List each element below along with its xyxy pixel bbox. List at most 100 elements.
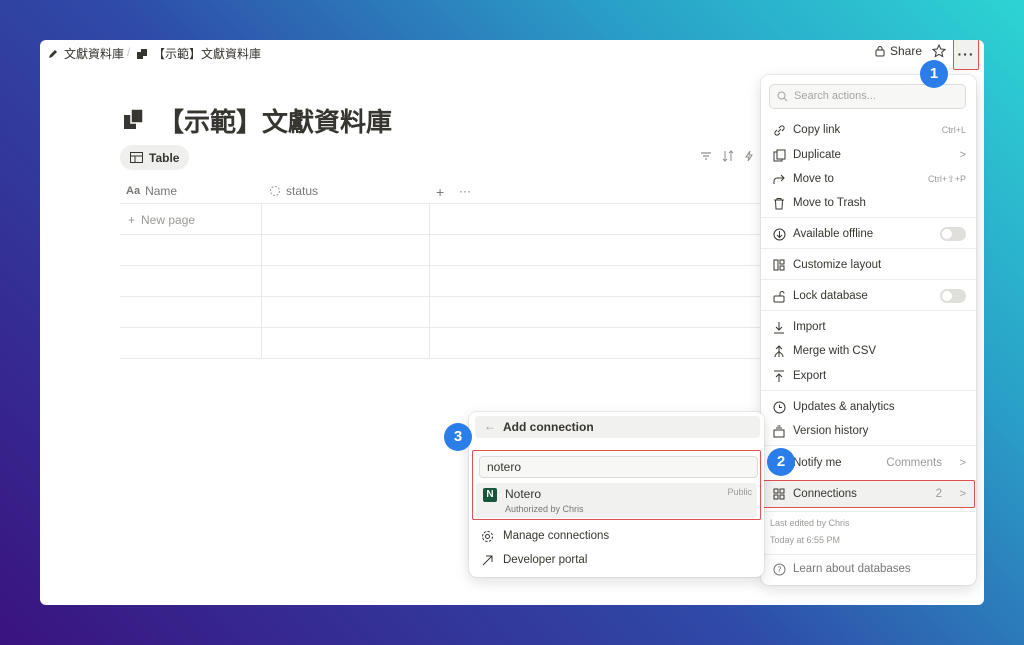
text-property-icon: Aa [126, 185, 141, 197]
gear-icon [480, 529, 494, 543]
menu-item-learn-databases[interactable]: ? Learn about databases [761, 558, 976, 580]
menu-item-label: Merge with CSV [793, 345, 877, 357]
menu-item-label: Customize layout [793, 259, 882, 271]
menu-item-label: Lock database [793, 290, 868, 302]
popover-header: ← Add connection [475, 416, 760, 438]
star-icon [932, 44, 946, 58]
search-icon [777, 91, 788, 102]
table-row[interactable] [120, 235, 760, 266]
chevron-right-icon: > [959, 457, 966, 469]
menu-item-import[interactable]: Import [761, 316, 976, 338]
share-label: Share [890, 44, 923, 58]
ellipsis-icon: ··· [459, 184, 471, 198]
menu-item-move-to-trash[interactable]: Move to Trash [761, 192, 976, 214]
tab-table-view[interactable]: Table [120, 145, 190, 170]
column-divider [429, 204, 430, 359]
menu-item-connections[interactable]: Connections 2 > [761, 483, 976, 505]
unlock-icon [771, 288, 787, 304]
connections-icon [771, 486, 787, 502]
table-row[interactable]: + New page [120, 204, 760, 235]
developer-portal-item[interactable]: Developer portal [469, 550, 764, 570]
breadcrumb-item-parent[interactable]: 文獻資料庫 [47, 45, 124, 62]
popover-title: Add connection [503, 420, 594, 434]
menu-item-version-history[interactable]: Version history [761, 420, 976, 442]
step-badge-1: 1 [920, 60, 948, 88]
sort-icon[interactable] [722, 150, 734, 162]
top-bar: 文獻資料庫 / 【示範】文獻資料庫 Share ··· [40, 40, 984, 70]
menu-item-lock-database[interactable]: Lock database [761, 285, 976, 307]
connections-count: 2 [935, 488, 942, 500]
offline-toggle[interactable] [940, 227, 966, 241]
table-header: Aa Name status + ··· [120, 177, 760, 204]
tab-label: Table [149, 150, 180, 165]
back-arrow-icon[interactable]: ← [484, 419, 496, 433]
plus-icon: + [436, 184, 445, 200]
menu-item-label: Connections [793, 488, 857, 500]
clock-icon [771, 399, 787, 415]
menu-item-updates-analytics[interactable]: Updates & analytics [761, 396, 976, 418]
new-page-label: New page [141, 213, 196, 227]
merge-icon [771, 343, 787, 359]
table-row[interactable] [120, 266, 760, 297]
menu-divider [761, 445, 976, 446]
filter-icon[interactable] [700, 150, 712, 162]
pencil-icon [49, 49, 57, 58]
svg-text:?: ? [777, 565, 781, 574]
menu-item-value: Comments [886, 457, 942, 469]
table-row[interactable] [120, 297, 760, 328]
menu-divider [761, 511, 976, 512]
more-options-button[interactable]: ··· [953, 40, 979, 70]
column-header-status[interactable]: status [269, 184, 318, 198]
chevron-right-icon: > [959, 149, 966, 161]
manage-connections-item[interactable]: Manage connections [469, 526, 764, 546]
menu-item-label: Manage connections [503, 530, 610, 542]
menu-item-label: Notify me [793, 457, 842, 469]
lock-toggle[interactable] [940, 289, 966, 303]
import-icon [771, 319, 787, 335]
offline-icon [771, 226, 787, 242]
menu-item-customize-layout[interactable]: Customize layout [761, 254, 976, 276]
connection-result-notero[interactable]: N Notero Authorized by Chris Public [476, 483, 757, 518]
plus-icon: + [128, 213, 136, 227]
arrow-up-right-icon [480, 553, 494, 567]
help-icon: ? [771, 561, 787, 577]
menu-item-label: Import [793, 321, 826, 333]
search-placeholder: Search actions... [794, 90, 876, 102]
menu-item-available-offline[interactable]: Available offline [761, 223, 976, 245]
menu-item-merge-csv[interactable]: Merge with CSV [761, 340, 976, 362]
table-row[interactable] [120, 328, 760, 359]
menu-item-duplicate[interactable]: Duplicate > [761, 144, 976, 166]
last-edited-time: Today at 6:55 PM [770, 535, 841, 545]
database-page-icon [124, 108, 144, 129]
menu-item-label: Version history [793, 425, 869, 437]
automation-icon[interactable] [744, 150, 754, 162]
breadcrumb-item-current[interactable]: 【示範】文獻資料庫 [136, 45, 261, 62]
menu-item-label: Move to [793, 173, 834, 185]
menu-item-move-to[interactable]: Move to Ctrl+⇧+P [761, 168, 976, 190]
search-value: notero [487, 460, 522, 474]
menu-item-label: Copy link [793, 124, 841, 136]
favorite-button[interactable] [932, 44, 946, 58]
column-label: status [286, 184, 319, 198]
share-button[interactable]: Share [874, 44, 922, 58]
menu-divider [761, 248, 976, 249]
menu-item-copy-link[interactable]: Copy link Ctrl+L [761, 119, 976, 141]
menu-item-label: Duplicate [793, 149, 841, 161]
column-more-button[interactable]: ··· [459, 184, 471, 198]
pages-icon [137, 48, 147, 59]
duplicate-icon [771, 147, 787, 163]
menu-item-export[interactable]: Export [761, 365, 976, 387]
column-header-name[interactable]: Aa Name [126, 184, 177, 198]
step-badge-2: 2 [767, 448, 795, 476]
add-column-button[interactable]: + [436, 184, 444, 200]
menu-item-label: Available offline [793, 228, 874, 240]
page-title[interactable]: 【示範】文獻資料庫 [158, 102, 392, 139]
column-label: Name [145, 184, 178, 198]
history-icon [771, 423, 787, 439]
connection-search-input[interactable]: notero [479, 456, 758, 478]
page-actions-menu: Search actions... Copy link Ctrl+L Dupli… [761, 75, 976, 585]
new-page-button[interactable]: + New page [128, 213, 195, 227]
shortcut-label: Ctrl+L [941, 125, 966, 135]
step-badge-3: 3 [444, 423, 472, 451]
add-connection-popover: ← Add connection notero N Notero Authori… [469, 412, 764, 577]
